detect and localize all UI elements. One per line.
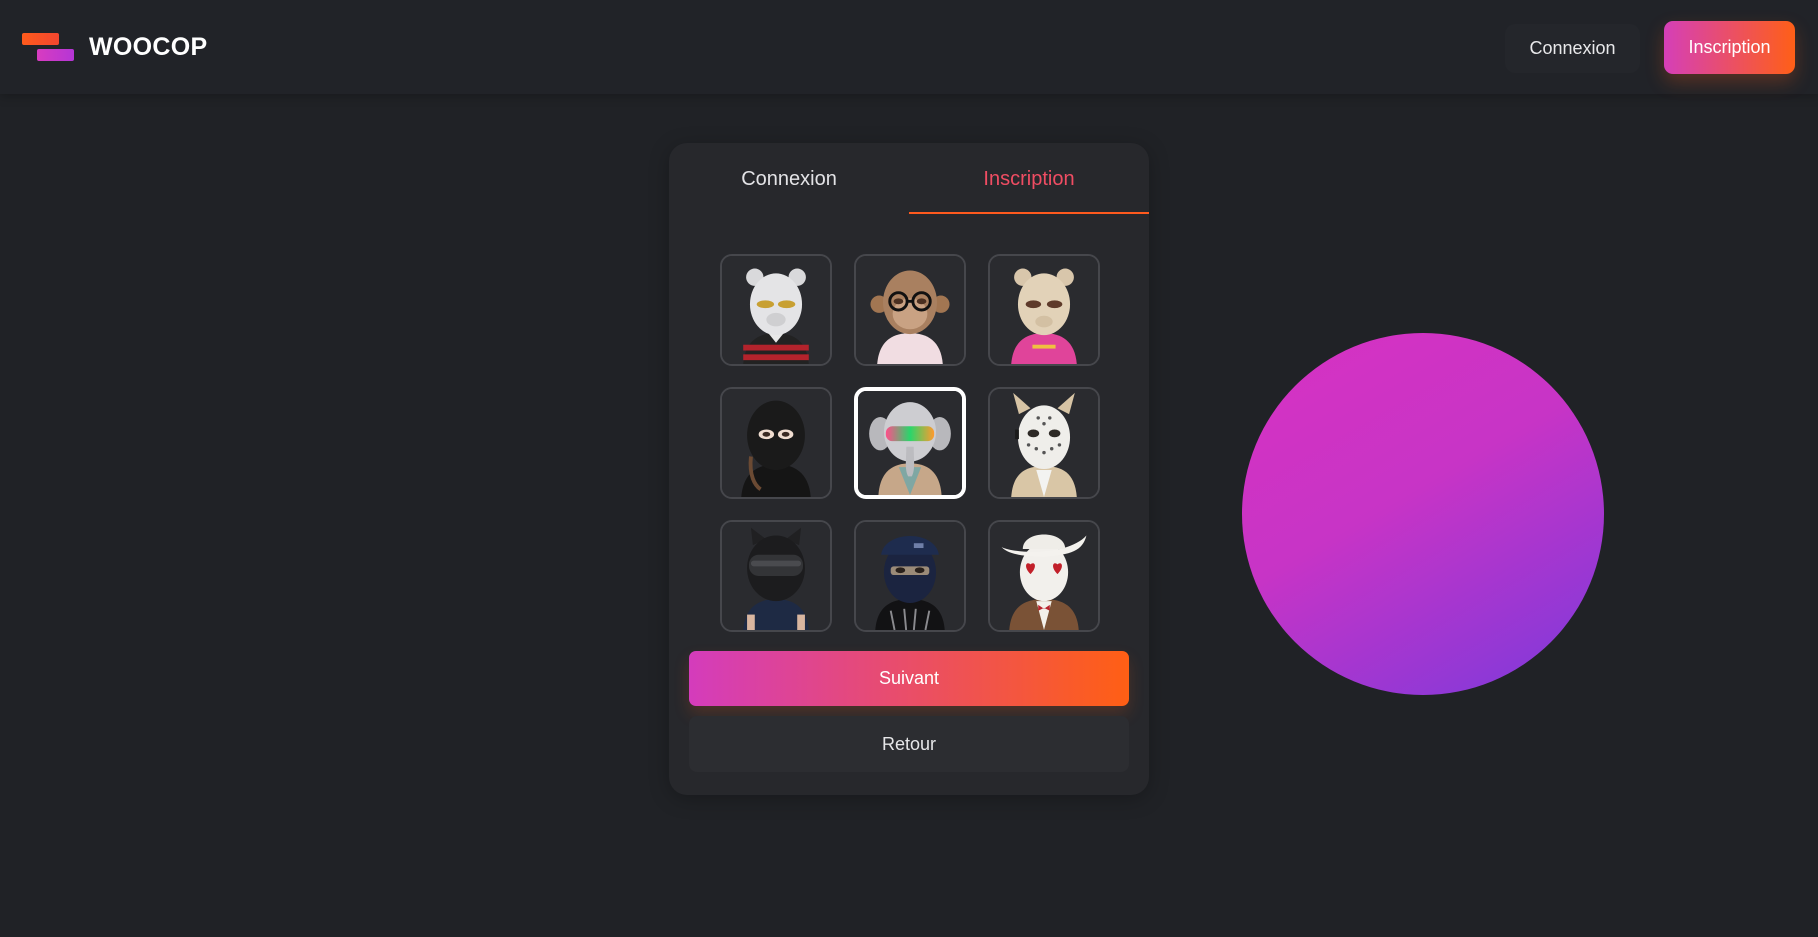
avatar-option-beige-bear[interactable] xyxy=(988,254,1100,366)
brand-name[interactable]: WOOCOP xyxy=(89,33,207,62)
cap-balaclava-avatar-icon xyxy=(856,522,964,630)
avatar-option-elephant-goggles[interactable] xyxy=(854,387,966,499)
logo-bar-orange xyxy=(22,33,59,45)
logo-bar-pink xyxy=(37,49,74,61)
elephant-goggles-avatar-icon xyxy=(858,391,962,495)
avatar-option-monkey-glasses[interactable] xyxy=(854,254,966,366)
active-tab-indicator xyxy=(909,212,1149,214)
decorative-gradient-circle xyxy=(1242,333,1604,695)
avatar-option-grey-bear[interactable] xyxy=(720,254,832,366)
cat-helmet-avatar-icon xyxy=(722,522,830,630)
black-hooded-avatar-icon xyxy=(722,389,830,497)
avatar-option-hockey-mask[interactable] xyxy=(988,387,1100,499)
back-button[interactable]: Retour xyxy=(689,716,1129,772)
avatar-option-cap-balaclava[interactable] xyxy=(854,520,966,632)
tab-signup[interactable]: Inscription xyxy=(909,143,1149,215)
tab-login[interactable]: Connexion xyxy=(669,143,909,215)
auth-tabs: Connexion Inscription xyxy=(669,143,1149,215)
auth-card: Connexion Inscription Suivant Retour xyxy=(669,143,1149,795)
avatar-option-cat-helmet[interactable] xyxy=(720,520,832,632)
cowboy-hat-avatar-icon xyxy=(990,522,1098,630)
header-login-button[interactable]: Connexion xyxy=(1505,24,1640,73)
beige-bear-avatar-icon xyxy=(990,256,1098,364)
grey-bear-avatar-icon xyxy=(722,256,830,364)
avatar-picker-grid xyxy=(720,254,1102,634)
avatar-option-cowboy-hat[interactable] xyxy=(988,520,1100,632)
avatar-option-black-hooded[interactable] xyxy=(720,387,832,499)
woocop-logo-icon[interactable] xyxy=(22,30,78,64)
top-navigation-bar: WOOCOP Connexion Inscription xyxy=(0,0,1818,94)
hockey-mask-avatar-icon xyxy=(990,389,1098,497)
monkey-glasses-avatar-icon xyxy=(856,256,964,364)
next-button[interactable]: Suivant xyxy=(689,651,1129,706)
header-signup-button[interactable]: Inscription xyxy=(1664,21,1795,74)
